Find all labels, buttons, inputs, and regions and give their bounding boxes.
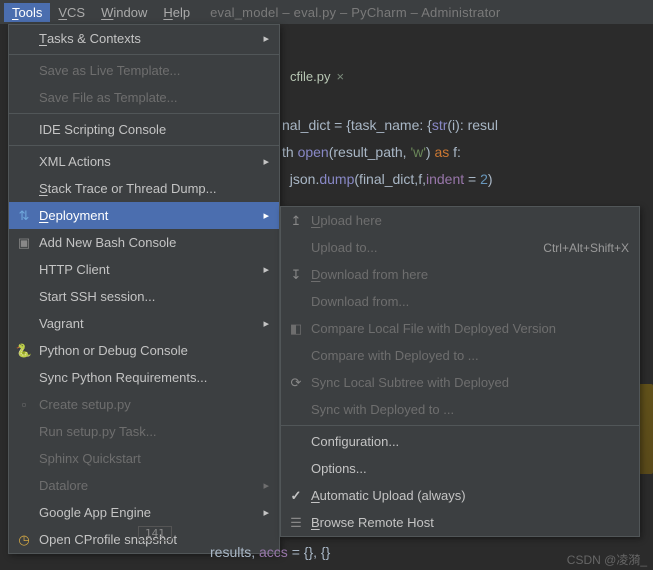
menuitem-xml-actions[interactable]: XML Actions: [9, 148, 279, 175]
menu-vcs[interactable]: VCS: [50, 3, 93, 22]
setup-icon: ▫: [15, 397, 33, 412]
cprofile-icon: ◷: [15, 532, 33, 548]
menuitem-compare-to: Compare with Deployed to ...: [281, 342, 639, 369]
menuitem-stack-trace[interactable]: Stack Trace or Thread Dump...: [9, 175, 279, 202]
menuitem-google-app-engine[interactable]: Google App Engine: [9, 499, 279, 526]
menuitem-save-live-template: Save as Live Template...: [9, 57, 279, 84]
menu-help[interactable]: Help: [155, 3, 198, 22]
menuitem-upload-to: Upload to...Ctrl+Alt+Shift+X: [281, 234, 639, 261]
menuitem-ide-scripting-console[interactable]: IDE Scripting Console: [9, 116, 279, 143]
menuitem-save-file-template: Save File as Template...: [9, 84, 279, 111]
menuitem-python-console[interactable]: 🐍Python or Debug Console: [9, 337, 279, 364]
separator: [9, 113, 279, 114]
bash-icon: ▣: [15, 235, 33, 251]
window-title: eval_model – eval.py – PyCharm – Adminis…: [210, 5, 500, 20]
menuitem-vagrant[interactable]: Vagrant: [9, 310, 279, 337]
separator: [9, 145, 279, 146]
menuitem-create-setup: ▫Create setup.py: [9, 391, 279, 418]
menuitem-datalore: Datalore: [9, 472, 279, 499]
menuitem-automatic-upload[interactable]: ✓Automatic Upload (always): [281, 482, 639, 509]
check-icon: ✓: [287, 488, 305, 504]
compare-icon: ◧: [287, 321, 305, 337]
sync-icon: ⟳: [287, 375, 305, 391]
python-icon: 🐍: [15, 343, 33, 359]
bottom-code-line: results, accs = {}, {}: [210, 544, 330, 561]
menuitem-compare-local: ◧Compare Local File with Deployed Versio…: [281, 315, 639, 342]
menuitem-http-client[interactable]: HTTP Client: [9, 256, 279, 283]
deployment-icon: ⇅: [15, 208, 33, 224]
menuitem-sync-local: ⟳Sync Local Subtree with Deployed: [281, 369, 639, 396]
menuitem-tasks-contexts[interactable]: Tasks & Contexts: [9, 25, 279, 52]
menuitem-sphinx: Sphinx Quickstart: [9, 445, 279, 472]
menuitem-configuration[interactable]: Configuration...: [281, 428, 639, 455]
upload-icon: ↥: [287, 213, 305, 229]
menuitem-options[interactable]: Options...: [281, 455, 639, 482]
tab-cfile[interactable]: cfile.py ×: [282, 65, 352, 88]
menu-window[interactable]: Window: [93, 3, 155, 22]
tab-label: cfile.py: [290, 69, 330, 84]
deployment-submenu: ↥Upload here Upload to...Ctrl+Alt+Shift+…: [280, 206, 640, 537]
menuitem-upload-here: ↥Upload here: [281, 207, 639, 234]
menuitem-browse-remote[interactable]: ☰Browse Remote Host: [281, 509, 639, 536]
tools-menu: Tasks & Contexts Save as Live Template..…: [8, 24, 280, 554]
watermark: CSDN @凌漪_: [567, 551, 647, 568]
menuitem-deployment[interactable]: ⇅Deployment: [9, 202, 279, 229]
scrollbar-marker: [639, 384, 653, 474]
separator: [9, 54, 279, 55]
gutter: 141: [138, 525, 172, 540]
menuitem-start-ssh[interactable]: Start SSH session...: [9, 283, 279, 310]
line-number: 141: [138, 526, 172, 541]
code-snippet: nal_dict = {task_name: {str(i): resul th…: [282, 112, 498, 193]
separator: [281, 425, 639, 426]
menuitem-sync-requirements[interactable]: Sync Python Requirements...: [9, 364, 279, 391]
menuitem-sync-to: Sync with Deployed to ...: [281, 396, 639, 423]
close-icon[interactable]: ×: [336, 69, 344, 84]
shortcut-label: Ctrl+Alt+Shift+X: [543, 241, 629, 255]
menubar: TToolsools VCS Window Help eval_model – …: [0, 0, 653, 24]
menuitem-download-here: ↧Download from here: [281, 261, 639, 288]
menu-tools[interactable]: TToolsools: [4, 3, 50, 22]
menuitem-download-from: Download from...: [281, 288, 639, 315]
menuitem-run-setup: Run setup.py Task...: [9, 418, 279, 445]
list-icon: ☰: [287, 515, 305, 531]
menuitem-add-bash-console[interactable]: ▣Add New Bash Console: [9, 229, 279, 256]
download-icon: ↧: [287, 267, 305, 283]
